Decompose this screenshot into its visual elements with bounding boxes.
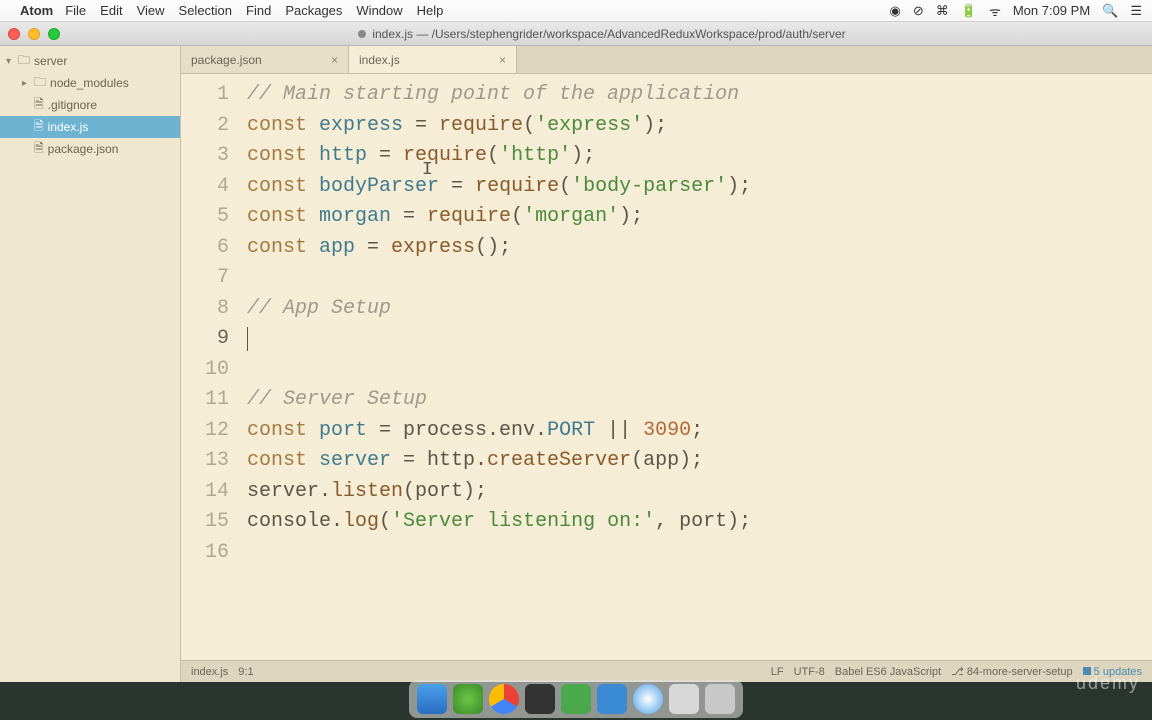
folder-icon: 🗀 [34, 73, 46, 94]
minimize-window-button[interactable] [28, 28, 40, 40]
dock-app-icon[interactable] [597, 684, 627, 714]
chevron-down-icon[interactable]: ▾ [6, 56, 18, 67]
text-cursor-icon [247, 327, 248, 351]
tree-item-label: package.json [48, 142, 119, 156]
tree-folder-node-modules[interactable]: ▸ 🗀 node_modules [0, 72, 180, 94]
window-title-text: index.js — /Users/stephengrider/workspac… [372, 27, 845, 41]
dock-terminal-icon[interactable] [525, 684, 555, 714]
dock-trash-icon[interactable] [705, 684, 735, 714]
line-number-gutter[interactable]: 12345678910111213141516 [181, 74, 239, 660]
macos-menubar: Atom File Edit View Selection Find Packa… [0, 0, 1152, 22]
branch-name: 84-more-server-setup [967, 666, 1073, 678]
tree-root[interactable]: ▾ 🗀 server [0, 50, 180, 72]
dock-downloads-icon[interactable] [669, 684, 699, 714]
tree-item-label: .gitignore [48, 98, 97, 112]
text-editor[interactable]: 12345678910111213141516 // Main starting… [181, 74, 1152, 660]
code-area[interactable]: // Main starting point of the applicatio… [239, 74, 1152, 660]
menu-window[interactable]: Window [356, 3, 402, 18]
dock-atom-icon[interactable] [453, 684, 483, 714]
menu-file[interactable]: File [65, 3, 86, 18]
status-icon[interactable]: ◉ [890, 3, 901, 19]
text-cursor-secondary-icon: I [422, 155, 433, 186]
window-titlebar[interactable]: index.js — /Users/stephengrider/workspac… [0, 22, 1152, 46]
close-tab-icon[interactable]: × [499, 53, 506, 67]
editor-pane: package.json × index.js × 12345678910111… [181, 46, 1152, 682]
tree-item-label: index.js [48, 120, 89, 134]
tree-root-label: server [34, 54, 67, 68]
menu-help[interactable]: Help [417, 3, 444, 18]
dock-app-icon[interactable] [561, 684, 591, 714]
tab-bar: package.json × index.js × [181, 46, 1152, 74]
status-icon[interactable]: ⌘ [936, 3, 949, 19]
tree-file-package-json[interactable]: 🗎 package.json [0, 138, 180, 160]
file-icon: 🗎 [34, 117, 44, 138]
status-encoding[interactable]: UTF-8 [794, 666, 825, 678]
tab-package-json[interactable]: package.json × [181, 46, 349, 73]
status-eol[interactable]: LF [771, 666, 784, 678]
macos-dock-area [0, 682, 1152, 720]
menu-selection[interactable]: Selection [179, 3, 232, 18]
close-window-button[interactable] [8, 28, 20, 40]
spotlight-icon[interactable]: 🔍 [1102, 3, 1118, 19]
status-grammar[interactable]: Babel ES6 JavaScript [835, 666, 941, 678]
traffic-lights [8, 28, 60, 40]
battery-icon[interactable]: 🔋 [961, 3, 977, 19]
updates-icon [1083, 667, 1091, 675]
maximize-window-button[interactable] [48, 28, 60, 40]
git-branch[interactable]: ⎇ 84-more-server-setup [951, 665, 1073, 678]
close-tab-icon[interactable]: × [331, 53, 338, 67]
macos-dock [409, 680, 743, 718]
file-tree[interactable]: ▾ 🗀 server ▸ 🗀 node_modules 🗎 .gitignore… [0, 46, 181, 682]
window-title: index.js — /Users/stephengrider/workspac… [60, 27, 1144, 41]
app-name[interactable]: Atom [20, 3, 53, 18]
menubar-clock[interactable]: Mon 7:09 PM [1013, 3, 1090, 18]
file-icon: 🗎 [34, 95, 44, 116]
tab-label: index.js [359, 53, 400, 67]
status-file[interactable]: index.js [191, 666, 228, 678]
tree-file-index-js[interactable]: 🗎 index.js [0, 116, 180, 138]
file-icon: 🗎 [34, 139, 44, 160]
folder-icon: 🗀 [18, 51, 30, 72]
menu-icon[interactable]: ☰ [1130, 3, 1142, 19]
menu-edit[interactable]: Edit [100, 3, 122, 18]
updates-link[interactable]: 5 updates [1083, 666, 1142, 678]
status-bar: index.js 9:1 LF UTF-8 Babel ES6 JavaScri… [181, 660, 1152, 682]
dock-finder-icon[interactable] [417, 684, 447, 714]
tree-file-gitignore[interactable]: 🗎 .gitignore [0, 94, 180, 116]
branch-icon: ⎇ [951, 666, 964, 678]
tab-index-js[interactable]: index.js × [349, 46, 517, 73]
menu-find[interactable]: Find [246, 3, 271, 18]
atom-window: index.js — /Users/stephengrider/workspac… [0, 22, 1152, 682]
dock-safari-icon[interactable] [633, 684, 663, 714]
tree-item-label: node_modules [50, 76, 129, 90]
wifi-icon[interactable]: ᯤ [989, 2, 1001, 20]
modified-indicator-icon [358, 30, 366, 38]
updates-text: 5 updates [1094, 666, 1142, 678]
chevron-right-icon[interactable]: ▸ [22, 78, 34, 89]
menu-view[interactable]: View [137, 3, 165, 18]
menu-packages[interactable]: Packages [285, 3, 342, 18]
status-cursor-pos[interactable]: 9:1 [238, 666, 253, 678]
status-icon[interactable]: ⊘ [913, 3, 924, 19]
tab-label: package.json [191, 53, 262, 67]
dock-chrome-icon[interactable] [489, 684, 519, 714]
